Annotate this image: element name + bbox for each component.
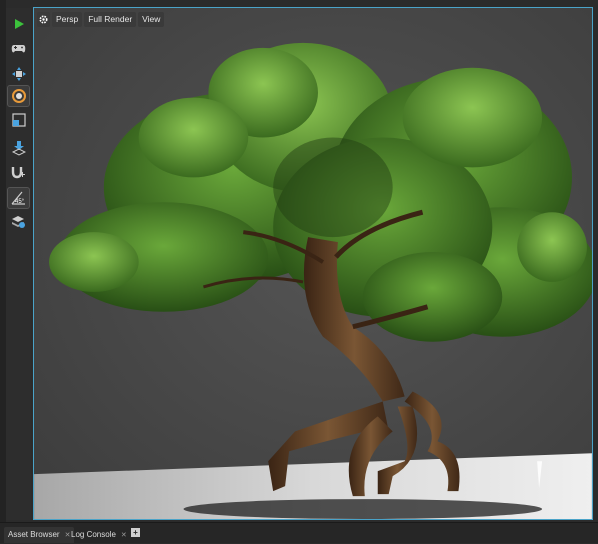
angle-snap-icon: 45° [11, 191, 25, 205]
angle-snap-button[interactable]: 45° [7, 187, 30, 209]
camera-mode-button[interactable]: Persp [52, 12, 83, 27]
tab-log-console-label: Log Console [71, 530, 116, 539]
plus-icon: + [133, 528, 138, 537]
tree-shadow [183, 499, 543, 519]
angle-snap-label: 45° [15, 199, 25, 205]
tab-asset-browser-label: Asset Browser [8, 530, 60, 539]
gear-icon [39, 15, 48, 24]
magnet-icon [11, 166, 25, 178]
tool-palette: 45° [6, 8, 31, 520]
snap-to-ground-icon [11, 140, 26, 156]
snap-to-ground-button[interactable] [8, 138, 29, 158]
gamepad-button[interactable] [8, 38, 29, 58]
render-mode-button[interactable]: Full Render [84, 12, 137, 27]
layers-button[interactable] [8, 212, 29, 232]
viewport-settings-button[interactable] [37, 12, 50, 27]
tab-log-console[interactable]: Log Console ✕ [67, 527, 131, 543]
layers-icon [12, 216, 25, 228]
close-icon[interactable]: ✕ [121, 532, 127, 539]
move-tool-button[interactable] [8, 64, 29, 84]
rotate-tool-button[interactable] [7, 85, 30, 107]
rotate-icon [11, 89, 26, 103]
gamepad-icon [11, 44, 26, 52]
magnet-snap-button[interactable] [8, 162, 29, 182]
tab-asset-browser[interactable]: Asset Browser ✕ [4, 527, 75, 543]
view-menu-button[interactable]: View [138, 12, 165, 27]
scale-tool-button[interactable] [8, 110, 29, 130]
rendered-scene [34, 8, 592, 519]
viewport-toolbar: Persp Full Render View [37, 12, 165, 27]
add-tab-button[interactable]: + [131, 528, 140, 537]
scale-icon [11, 113, 26, 127]
bottom-panel-tabs: Asset Browser ✕ Log Console ✕ + [0, 522, 598, 543]
3d-viewport[interactable]: Persp Full Render View [33, 7, 593, 520]
move-icon [11, 67, 26, 81]
play-button[interactable] [8, 14, 29, 34]
play-icon [14, 19, 24, 29]
